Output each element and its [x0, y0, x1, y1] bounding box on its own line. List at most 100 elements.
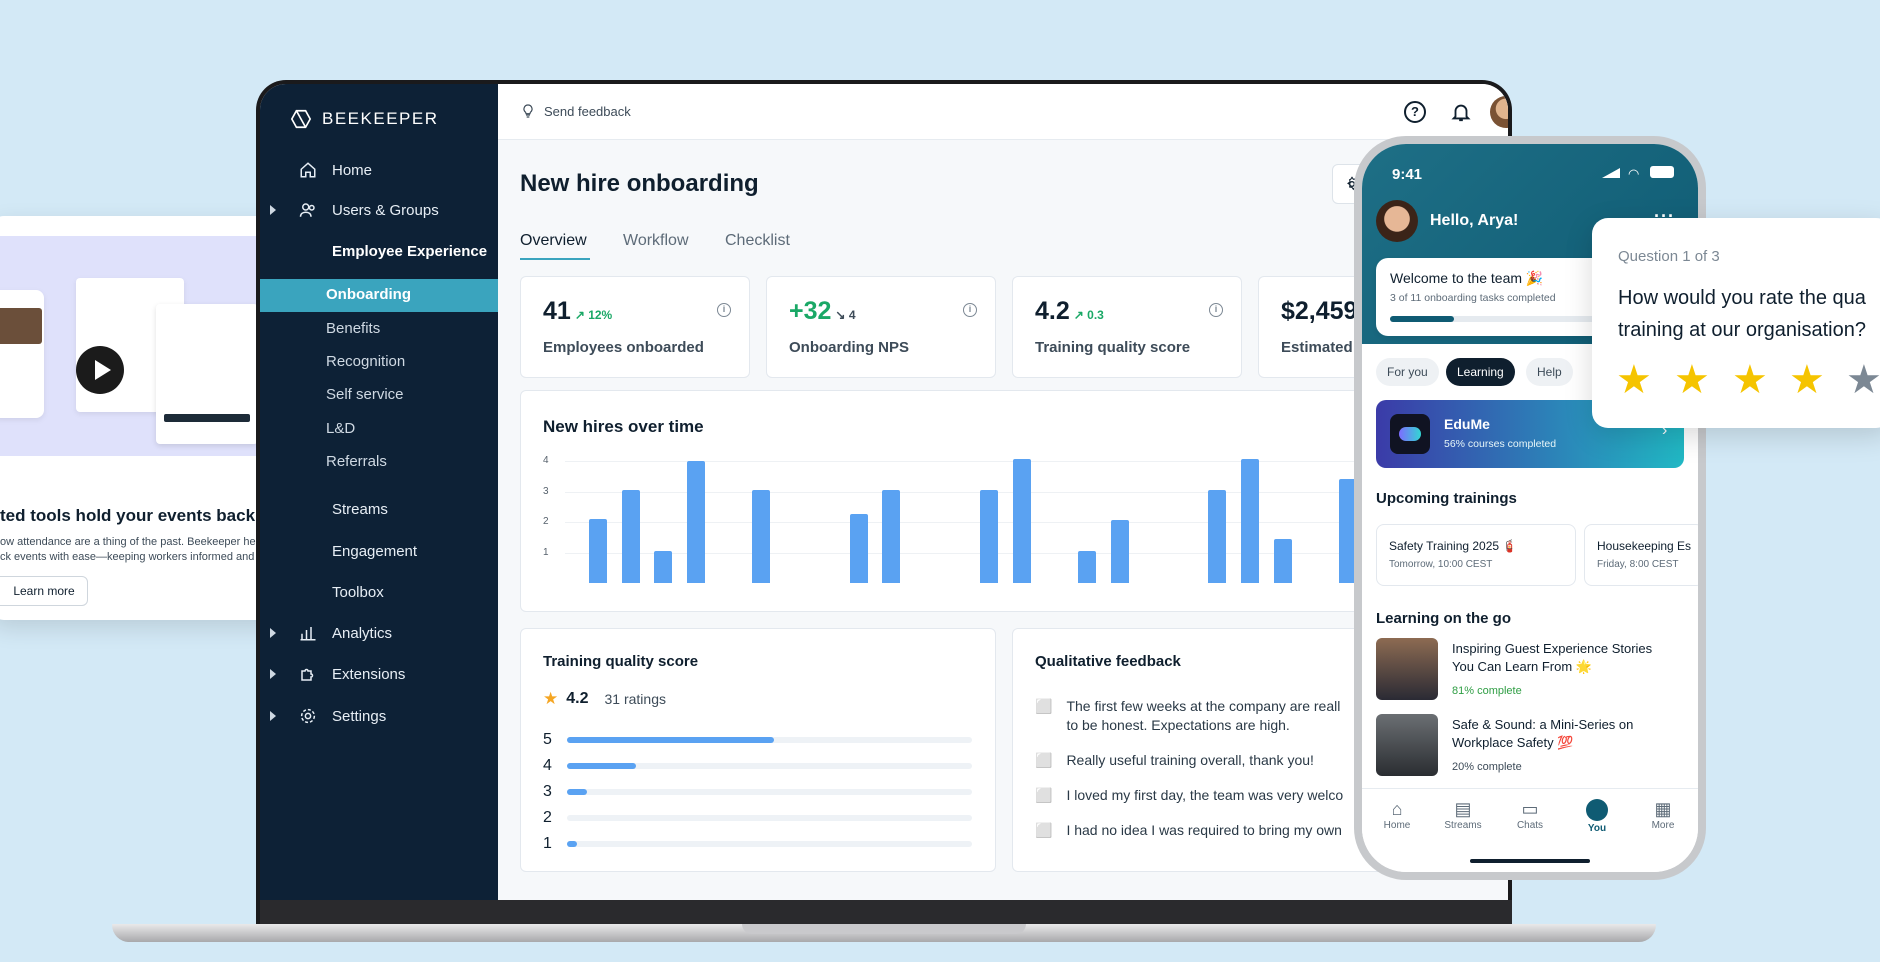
- sidebar-item-settings[interactable]: Settings: [298, 704, 386, 728]
- star-5-icon[interactable]: ★: [1846, 360, 1880, 400]
- chart-bar[interactable]: [686, 461, 705, 583]
- chart-bar[interactable]: [849, 514, 868, 583]
- pill-for-you[interactable]: For you: [1376, 358, 1439, 386]
- nav-chats[interactable]: ▭ Chats: [1505, 799, 1555, 831]
- chart-bar[interactable]: [1078, 550, 1096, 583]
- training-quality-card: Training quality score ★ 4.2 31 ratings …: [520, 628, 996, 872]
- kpi-label: Training quality score: [1035, 339, 1191, 356]
- sub-item-ld[interactable]: L&D: [326, 420, 355, 437]
- feedback-item: ⬜ The first few weeks at the company are…: [1035, 697, 1340, 735]
- users-icon: [298, 200, 318, 220]
- kpi-delta: ↗ 12%: [574, 308, 613, 322]
- star-3-icon[interactable]: ★: [1732, 360, 1768, 400]
- training-quality-title: Training quality score: [543, 653, 699, 670]
- y-tick-label: 1: [543, 546, 549, 558]
- learn-more-button[interactable]: Learn more: [0, 576, 88, 606]
- sub-item-self-service[interactable]: Self service: [326, 386, 404, 403]
- chart-bar[interactable]: [980, 489, 999, 583]
- chart-bar[interactable]: [621, 489, 640, 583]
- thumbs-up-icon: ⬜: [1035, 787, 1053, 803]
- home-icon: ⌂: [1391, 799, 1403, 819]
- feedback-text: Really useful training overall, thank yo…: [1066, 752, 1314, 768]
- tab-overview[interactable]: Overview: [520, 232, 587, 250]
- chart-bar[interactable]: [654, 550, 673, 583]
- chart-bar[interactable]: [882, 489, 901, 583]
- sidebar-item-users-groups[interactable]: Users & Groups: [298, 198, 439, 222]
- rating-label: 2: [543, 809, 552, 826]
- rating-label: 5: [543, 731, 552, 748]
- greeting: Hello, Arya!: [1430, 212, 1519, 229]
- nav-home[interactable]: ⌂ Home: [1372, 799, 1422, 831]
- chevron-right-icon[interactable]: [270, 628, 276, 638]
- bell-icon[interactable]: [1450, 100, 1472, 129]
- chart-bar[interactable]: [1012, 459, 1031, 583]
- feedback-title: Qualitative feedback: [1035, 653, 1181, 670]
- star-icon: ★: [543, 689, 559, 708]
- sub-item-recognition[interactable]: Recognition: [326, 353, 405, 370]
- info-icon[interactable]: i: [717, 303, 731, 317]
- thumbs-down-icon: ⬜: [1035, 698, 1053, 714]
- chart-bar[interactable]: [752, 489, 770, 583]
- sub-item-benefits[interactable]: Benefits: [326, 320, 380, 337]
- play-icon[interactable]: [76, 346, 124, 394]
- sidebar-item-analytics[interactable]: Analytics: [298, 621, 392, 645]
- settings-icon: [298, 706, 318, 726]
- sidebar-item-home[interactable]: Home: [298, 158, 372, 182]
- avatar[interactable]: [1490, 96, 1508, 128]
- training-card[interactable]: Housekeeping Es Friday, 8:00 CEST: [1584, 524, 1698, 586]
- sidebar-item-employee-experience[interactable]: Employee Experience: [298, 239, 487, 263]
- nav-more[interactable]: ▦ More: [1638, 799, 1688, 831]
- sub-item-referrals[interactable]: Referrals: [326, 453, 387, 470]
- star-1-icon[interactable]: ★: [1616, 360, 1652, 400]
- sidebar-item-extensions[interactable]: Extensions: [298, 662, 405, 686]
- training-time: Tomorrow, 10:00 CEST: [1389, 559, 1493, 570]
- chart-bar[interactable]: [1208, 489, 1227, 583]
- sidebar: BEEKEEPER Home Users & Groups Employee E…: [260, 84, 498, 900]
- sub-item-onboarding[interactable]: Onboarding: [326, 286, 411, 303]
- star-2-icon[interactable]: ★: [1674, 360, 1710, 400]
- sidebar-item-label: Extensions: [332, 665, 406, 683]
- tab-workflow[interactable]: Workflow: [623, 232, 689, 250]
- chart-bar[interactable]: [589, 518, 607, 583]
- course-title-line: You Can Learn From 🌟: [1452, 659, 1592, 674]
- tab-checklist[interactable]: Checklist: [725, 232, 790, 250]
- course-title[interactable]: Safe & Sound: a Mini-Series on Workplace…: [1452, 716, 1633, 752]
- chart-bar[interactable]: [1273, 538, 1292, 583]
- help-icon[interactable]: ?: [1404, 101, 1426, 123]
- kpi-label: Estimated s: [1281, 339, 1366, 356]
- welcome-card[interactable]: Welcome to the team 🎉 3 of 11 onboarding…: [1376, 258, 1626, 336]
- sidebar-item-label: Home: [332, 161, 373, 179]
- course-thumbnail[interactable]: [1376, 714, 1438, 776]
- course-title-line: Workplace Safety 💯: [1452, 735, 1574, 750]
- sidebar-item-toolbox[interactable]: Toolbox: [298, 580, 384, 604]
- feedback-text-continued: to be honest. Expectations are high.: [1066, 717, 1290, 733]
- sidebar-item-streams[interactable]: Streams: [298, 497, 388, 521]
- thumbs-down-icon: ⬜: [1035, 822, 1053, 838]
- sidebar-item-label: Analytics: [332, 624, 393, 642]
- nav-streams[interactable]: ▤ Streams: [1438, 799, 1488, 831]
- laptop-screen: BEEKEEPER Home Users & Groups Employee E…: [260, 84, 1508, 900]
- survey-question-line: training at our organisation?: [1618, 319, 1866, 341]
- sidebar-item-engagement[interactable]: Engagement: [298, 539, 417, 563]
- chart-bar[interactable]: [1110, 520, 1129, 583]
- page-title: New hire onboarding: [520, 170, 759, 197]
- nav-you[interactable]: You: [1572, 799, 1622, 834]
- chevron-right-icon[interactable]: [270, 205, 276, 215]
- training-card[interactable]: Safety Training 2025 🧯 Tomorrow, 10:00 C…: [1376, 524, 1576, 586]
- pill-help[interactable]: Help: [1526, 358, 1573, 386]
- user-avatar[interactable]: [1376, 200, 1418, 242]
- course-title[interactable]: Inspiring Guest Experience Stories You C…: [1452, 640, 1652, 676]
- send-feedback-link[interactable]: Send feedback: [520, 103, 631, 119]
- chevron-right-icon[interactable]: [270, 669, 276, 679]
- course-thumbnail[interactable]: [1376, 638, 1438, 700]
- ratings-count: 31 ratings: [604, 691, 666, 707]
- chevron-right-icon[interactable]: [270, 711, 276, 721]
- brand-logo[interactable]: BEEKEEPER: [290, 108, 439, 130]
- star-4-icon[interactable]: ★: [1789, 360, 1825, 400]
- info-icon[interactable]: i: [1209, 303, 1223, 317]
- pill-learning[interactable]: Learning: [1446, 358, 1515, 386]
- chart-bar[interactable]: [1241, 459, 1259, 583]
- info-icon[interactable]: i: [963, 303, 977, 317]
- rating-label: 4: [543, 757, 552, 774]
- engagement-icon: [298, 541, 318, 561]
